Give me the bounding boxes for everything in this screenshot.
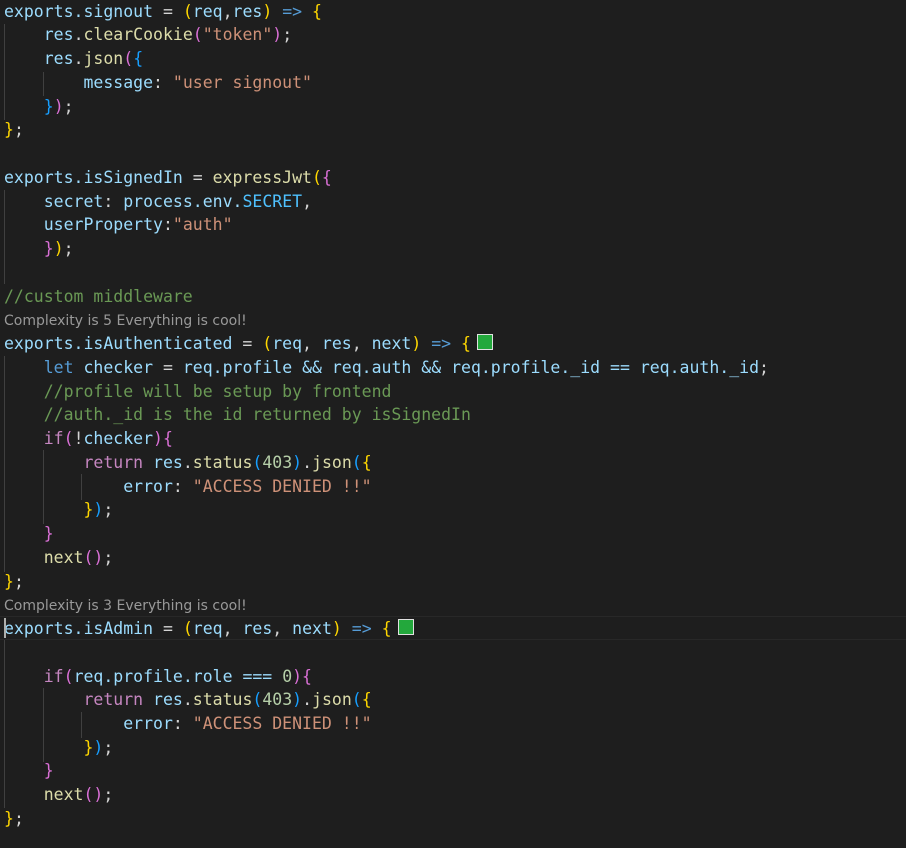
code-line[interactable]: if(req.profile.role === 0){ [4, 665, 312, 689]
code-line[interactable]: }; [4, 570, 24, 594]
code-line[interactable]: }; [4, 807, 24, 831]
code-line[interactable]: let checker = req.profile && req.auth &&… [4, 356, 769, 380]
code-line[interactable]: }); [4, 736, 113, 760]
code-line[interactable]: //custom middleware [4, 285, 193, 309]
color-swatch-icon[interactable] [397, 619, 414, 635]
code-line[interactable]: error: "ACCESS DENIED !!" [4, 475, 371, 499]
code-line[interactable]: exports.isSignedIn = expressJwt({ [4, 166, 332, 190]
code-line[interactable]: //profile will be setup by frontend [4, 380, 392, 404]
text-cursor [4, 618, 6, 638]
code-line[interactable]: return res.status(403).json({ [4, 688, 371, 712]
color-swatch-icon[interactable] [476, 334, 493, 350]
code-line[interactable]: exports.isAuthenticated = (req, res, nex… [4, 332, 493, 356]
codelens-complexity[interactable]: Complexity is 5 Everything is cool! [4, 311, 247, 331]
code-line[interactable]: }); [4, 237, 74, 261]
code-line[interactable]: res.clearCookie("token"); [4, 23, 292, 47]
code-line[interactable]: next(); [4, 546, 114, 570]
code-line[interactable]: } [4, 759, 54, 783]
code-line[interactable]: secret: process.env.SECRET, [4, 190, 312, 214]
code-line[interactable]: if(!checker){ [4, 427, 173, 451]
code-line[interactable]: message: "user signout" [4, 71, 312, 95]
code-line[interactable]: }); [4, 95, 74, 119]
code-line[interactable]: return res.status(403).json({ [4, 451, 371, 475]
code-line[interactable]: next(); [4, 783, 114, 807]
code-line[interactable]: error: "ACCESS DENIED !!" [4, 712, 371, 736]
code-line[interactable]: }; [4, 118, 24, 142]
code-line[interactable]: exports.signout = (req,res) => { [4, 0, 322, 24]
codelens-complexity[interactable]: Complexity is 3 Everything is cool! [4, 596, 247, 616]
code-editor[interactable]: exports.signout = (req,res) => { res.cle… [0, 0, 906, 848]
code-line[interactable]: }); [4, 498, 113, 522]
code-line[interactable]: } [4, 522, 54, 546]
code-line[interactable]: userProperty:"auth" [4, 213, 233, 237]
code-line[interactable]: //auth._id is the id returned by isSigne… [4, 403, 471, 427]
code-line[interactable]: exports.isAdmin = (req, res, next) => { [4, 617, 414, 641]
code-line[interactable]: res.json({ [4, 47, 143, 71]
